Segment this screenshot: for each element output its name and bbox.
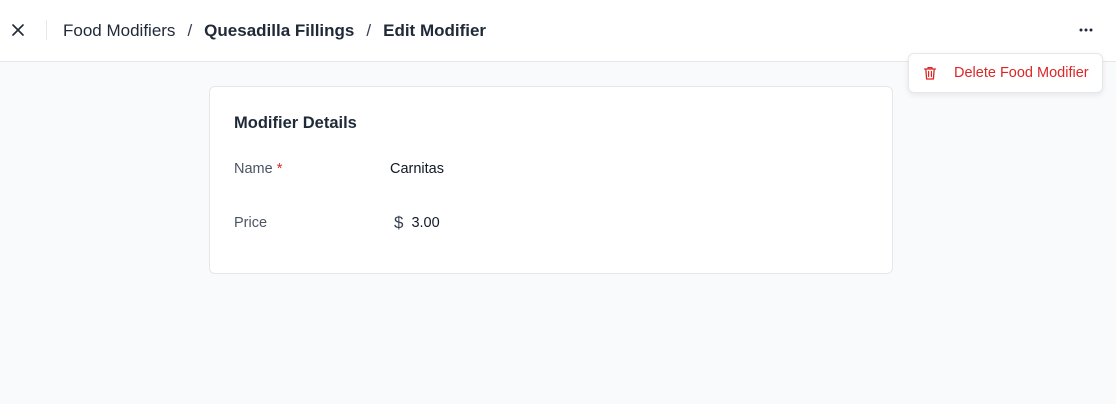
section-title: Modifier Details (234, 114, 357, 132)
header-divider (46, 20, 47, 40)
breadcrumb-separator: / (187, 21, 193, 40)
breadcrumb: Food Modifiers / Quesadilla Fillings / E… (63, 19, 486, 43)
options-dropdown-menu: Delete Food Modifier (908, 53, 1103, 93)
name-label: Name * (234, 161, 282, 177)
delete-food-modifier-label: Delete Food Modifier (954, 65, 1089, 81)
delete-food-modifier-menu-item[interactable]: Delete Food Modifier (909, 54, 1102, 92)
breadcrumb-quesadilla-fillings[interactable]: Quesadilla Fillings (204, 21, 354, 41)
price-label: Price (234, 215, 268, 231)
page-title: Edit Modifier (383, 21, 487, 40)
close-icon (12, 24, 24, 36)
more-options-button[interactable] (1074, 18, 1098, 42)
name-field[interactable]: Carnitas (390, 161, 444, 177)
breadcrumb-separator: / (366, 21, 372, 40)
price-value: 3.00 (411, 215, 440, 231)
breadcrumb-food-modifiers[interactable]: Food Modifiers (63, 21, 175, 41)
trash-icon (922, 65, 938, 81)
modifier-details-card: Modifier Details Name * Carnitas Price $ … (209, 86, 893, 274)
required-mark: * (276, 161, 283, 177)
currency-symbol: $ (394, 213, 404, 232)
price-field[interactable]: $ 3.00 (394, 213, 440, 233)
name-label-text: Name (234, 161, 273, 177)
more-horizontal-icon (1079, 28, 1093, 32)
close-button[interactable] (6, 18, 30, 42)
